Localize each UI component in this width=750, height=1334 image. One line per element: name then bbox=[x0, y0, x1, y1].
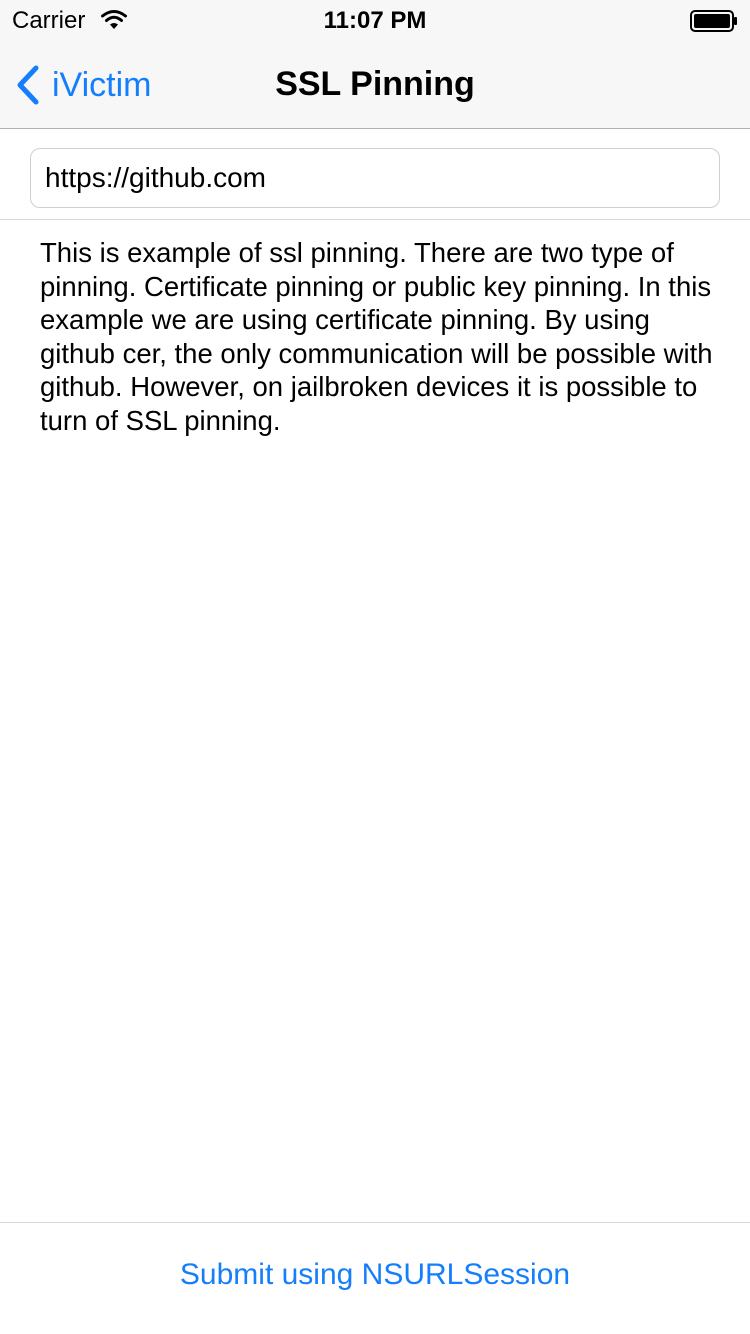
submit-nsurlsession-button[interactable]: Submit using NSURLSession bbox=[0, 1240, 750, 1310]
divider bbox=[0, 219, 750, 220]
description-text: This is example of ssl pinning. There ar… bbox=[40, 237, 713, 436]
status-bar: Carrier 11:07 PM bbox=[0, 0, 750, 40]
navigation-bar: iVictim SSL Pinning bbox=[0, 40, 750, 129]
battery-icon bbox=[690, 10, 737, 32]
divider bbox=[0, 1222, 750, 1223]
clock-time: 11:07 PM bbox=[323, 7, 427, 34]
url-input[interactable] bbox=[30, 148, 720, 208]
page-title: SSL Pinning bbox=[275, 65, 475, 103]
